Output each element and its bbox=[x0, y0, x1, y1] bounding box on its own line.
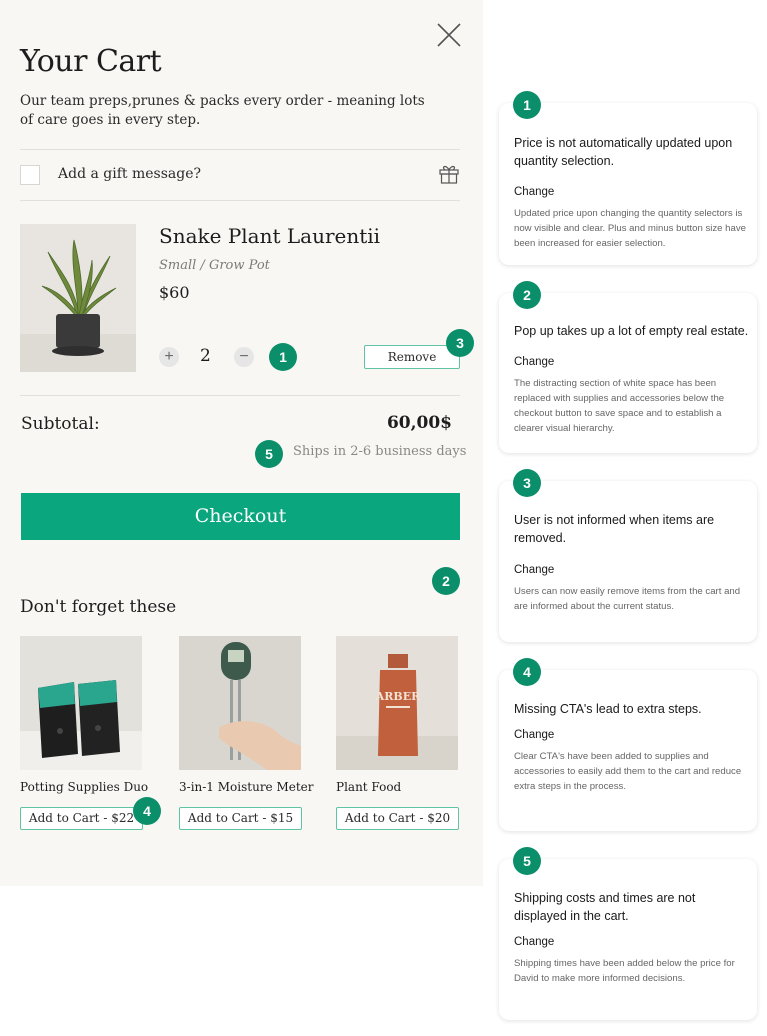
annotation-card-title: User is not informed when items are remo… bbox=[514, 513, 715, 545]
annotation-card: 4 Missing CTA's lead to extra steps. Cha… bbox=[499, 658, 757, 831]
page-title: Your Cart bbox=[20, 44, 162, 79]
annotation-marker-4: 4 bbox=[133, 797, 161, 825]
upsell-item-name[interactable]: Potting Supplies Duo bbox=[20, 780, 148, 794]
quantity-increase-button[interactable]: + bbox=[159, 347, 179, 367]
product-image bbox=[20, 224, 136, 372]
annotation-marker-3: 3 bbox=[446, 329, 474, 357]
quantity-decrease-button[interactable]: − bbox=[234, 347, 254, 367]
annotation-card-number: 1 bbox=[513, 91, 541, 119]
upsell-image-potting-supplies[interactable] bbox=[20, 636, 142, 770]
annotation-card-description: Shipping times have been added below the… bbox=[514, 958, 735, 984]
annotation-card-number: 5 bbox=[513, 847, 541, 875]
gift-message-label: Add a gift message? bbox=[58, 166, 202, 182]
annotation-card-description: The distracting section of white space h… bbox=[514, 378, 725, 434]
cart-subtitle: Our team preps,prunes & packs every orde… bbox=[20, 93, 425, 128]
divider bbox=[20, 395, 460, 396]
subtotal-value: 60,00$ bbox=[386, 413, 452, 433]
annotation-card-change-label: Change bbox=[514, 729, 555, 741]
add-to-cart-button[interactable]: Add to Cart - $15 bbox=[179, 807, 302, 830]
product-variant: Small / Grow Pot bbox=[159, 258, 270, 273]
upsell-item-name[interactable]: Plant Food bbox=[336, 780, 460, 794]
divider bbox=[20, 149, 460, 150]
annotation-card: 3 User is not informed when items are re… bbox=[499, 469, 757, 642]
gift-icon bbox=[439, 165, 459, 184]
annotation-card-change-label: Change bbox=[514, 186, 555, 198]
annotation-card-change-label: Change bbox=[514, 936, 555, 948]
subtotal-label: Subtotal: bbox=[21, 414, 100, 434]
add-to-cart-button[interactable]: Add to Cart - $20 bbox=[336, 807, 459, 830]
plant-food-brand-label: ARBER bbox=[375, 690, 421, 703]
annotation-card-number: 2 bbox=[513, 281, 541, 309]
upsell-image-moisture-meter[interactable] bbox=[179, 636, 301, 770]
add-to-cart-button[interactable]: Add to Cart - $22 bbox=[20, 807, 143, 830]
annotation-marker-2: 2 bbox=[432, 567, 460, 595]
annotation-card-title: Price is not automatically updated upon … bbox=[514, 136, 733, 168]
quantity-value: 2 bbox=[200, 346, 211, 366]
annotation-marker-1: 1 bbox=[269, 343, 297, 371]
divider bbox=[20, 200, 460, 201]
minus-icon: − bbox=[239, 348, 249, 365]
close-icon[interactable] bbox=[436, 22, 462, 48]
annotation-card-change-label: Change bbox=[514, 356, 555, 368]
annotation-marker-5: 5 bbox=[255, 440, 283, 468]
annotation-card: 5 Shipping costs and times are not displ… bbox=[499, 847, 757, 1020]
annotation-card-change-label: Change bbox=[514, 564, 555, 576]
annotation-card: 2 Pop up takes up a lot of empty real es… bbox=[499, 281, 757, 453]
cart-panel: Your Cart Our team preps,prunes & packs … bbox=[0, 0, 483, 886]
product-name[interactable]: Snake Plant Laurentii bbox=[159, 224, 380, 248]
annotation-card-description: Clear CTA's have been added to supplies … bbox=[514, 751, 742, 792]
product-price: $60 bbox=[159, 283, 190, 302]
checkout-button[interactable]: Checkout bbox=[21, 493, 460, 540]
annotation-card: 1 Price is not automatically updated upo… bbox=[499, 91, 757, 265]
annotation-card-number: 3 bbox=[513, 469, 541, 497]
plus-icon: + bbox=[164, 348, 174, 365]
remove-button[interactable]: Remove bbox=[364, 345, 460, 369]
annotation-card-title: Shipping costs and times are not display… bbox=[514, 891, 696, 923]
upsell-image-plant-food[interactable]: ARBER bbox=[336, 636, 458, 770]
annotation-card-number: 4 bbox=[513, 658, 541, 686]
annotation-card-title: Missing CTA's lead to extra steps. bbox=[514, 702, 702, 716]
annotation-card-description: Updated price upon changing the quantity… bbox=[514, 208, 746, 249]
shipping-note: Ships in 2-6 business days bbox=[293, 444, 467, 459]
upsell-item-name[interactable]: 3-in-1 Moisture Meter bbox=[179, 780, 314, 794]
upsell-item: Potting Supplies Duo Add to Cart - $22 bbox=[20, 636, 148, 830]
upsell-title: Don't forget these bbox=[20, 597, 177, 617]
gift-message-checkbox[interactable] bbox=[20, 165, 40, 185]
upsell-item: ARBER Plant Food Add to Cart - $20 bbox=[336, 636, 460, 830]
annotation-card-description: Users can now easily remove items from t… bbox=[514, 586, 741, 612]
upsell-item: 3-in-1 Moisture Meter Add to Cart - $15 bbox=[179, 636, 314, 830]
annotation-card-title: Pop up takes up a lot of empty real esta… bbox=[514, 324, 749, 338]
